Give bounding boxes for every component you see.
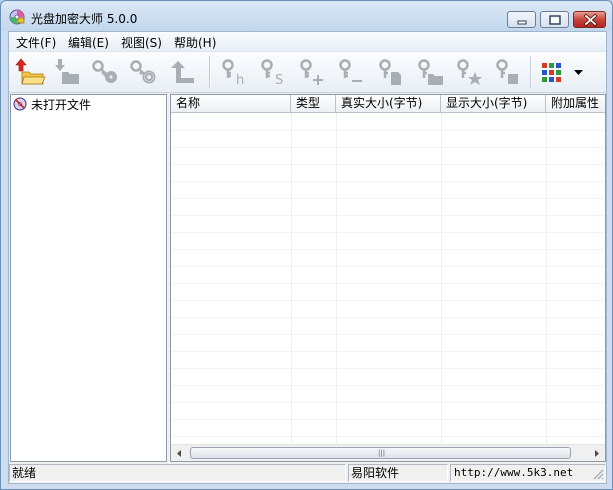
disc-lock-app-icon xyxy=(9,9,25,25)
grid-column-line xyxy=(291,113,292,444)
status-bar: 就绪 易阳软件 http://www.5k3.net xyxy=(9,463,606,483)
grid-row-line xyxy=(171,181,605,182)
toolbar-separator xyxy=(209,56,211,88)
view-mode-button[interactable] xyxy=(539,56,565,88)
grid-row-line xyxy=(171,130,605,131)
column-header-real-size[interactable]: 真实大小(字节) xyxy=(336,95,441,112)
column-header-type[interactable]: 类型 xyxy=(291,95,336,112)
menu-help[interactable]: 帮助(H) xyxy=(174,34,216,51)
add-key-button[interactable] xyxy=(294,56,328,88)
key-file-icon xyxy=(379,59,401,85)
app-window: 光盘加密大师 5.0.0 文件(F) 编辑(E) 视图(S) 帮助(H) h S… xyxy=(0,0,613,490)
resize-grip-icon[interactable] xyxy=(592,468,604,480)
grid-row-line xyxy=(171,351,605,352)
grid-row-line xyxy=(171,147,605,148)
close-button[interactable] xyxy=(573,11,606,28)
menu-view[interactable]: 视图(S) xyxy=(121,34,162,51)
scroll-grip: ||| xyxy=(378,449,386,457)
key-folder-button[interactable] xyxy=(412,56,446,88)
key-hide-icon: h xyxy=(222,59,244,88)
scroll-left-button[interactable] xyxy=(171,445,188,461)
title-bar[interactable]: 光盘加密大师 5.0.0 xyxy=(1,1,612,31)
key-stop-icon xyxy=(496,59,518,84)
svg-text:S: S xyxy=(275,73,283,88)
grid-row-line xyxy=(171,368,605,369)
tree-root-label: 未打开文件 xyxy=(31,98,92,112)
grid-row-line xyxy=(171,164,605,165)
key-file-button[interactable] xyxy=(373,56,407,88)
list-header: 名称 类型 真实大小(字节) 显示大小(字节) 附加属性 xyxy=(171,95,605,113)
grid-row-line xyxy=(171,402,605,403)
grid-column-line xyxy=(546,113,547,444)
key-folder-icon xyxy=(418,59,443,85)
grid-view-icon xyxy=(542,63,561,82)
encrypt-disc-2-button[interactable] xyxy=(125,56,159,88)
maximize-button[interactable] xyxy=(540,11,569,28)
key-star-icon xyxy=(457,59,482,85)
grid-row-line xyxy=(171,198,605,199)
grid-row-line xyxy=(171,232,605,233)
column-header-attributes[interactable]: 附加属性 xyxy=(546,95,605,112)
open-folder-icon xyxy=(15,58,46,85)
key-remove-icon xyxy=(339,59,362,82)
open-button[interactable] xyxy=(13,56,47,88)
dropdown-arrow-icon xyxy=(574,70,583,75)
menu-file[interactable]: 文件(F) xyxy=(16,34,56,51)
grid-row-line xyxy=(171,385,605,386)
horizontal-scrollbar[interactable]: ||| xyxy=(171,444,605,461)
no-disc-icon xyxy=(13,97,27,111)
up-level-icon xyxy=(171,61,194,83)
scroll-right-icon xyxy=(595,450,599,457)
key-star-button[interactable] xyxy=(451,56,485,88)
grid-row-line xyxy=(171,266,605,267)
scroll-right-button[interactable] xyxy=(588,445,605,461)
window-title: 光盘加密大师 5.0.0 xyxy=(31,12,138,26)
key-stop-button[interactable] xyxy=(490,56,524,88)
scroll-left-icon xyxy=(177,450,181,457)
close-icon xyxy=(583,13,598,27)
extract-folder-icon xyxy=(55,59,79,84)
hide-button[interactable]: h xyxy=(216,56,250,88)
file-list[interactable]: 名称 类型 真实大小(字节) 显示大小(字节) 附加属性 ||| xyxy=(170,94,606,462)
client-area: 文件(F) 编辑(E) 视图(S) 帮助(H) h S 未打开文件 名称 类型 … xyxy=(8,31,607,484)
up-level-button[interactable] xyxy=(165,56,199,88)
status-url: http://www.5k3.net xyxy=(450,464,606,482)
maximize-icon xyxy=(549,15,561,25)
grid-row-line xyxy=(171,334,605,335)
grid-column-line xyxy=(441,113,442,444)
toolbar-separator-2 xyxy=(530,56,532,88)
folder-tree[interactable]: 未打开文件 xyxy=(10,94,167,462)
extract-button[interactable] xyxy=(49,56,83,88)
grid-row-line xyxy=(171,283,605,284)
list-body[interactable] xyxy=(171,113,605,444)
toolbar: h S xyxy=(9,52,606,93)
grid-row-line xyxy=(171,215,605,216)
key-s-button[interactable]: S xyxy=(255,56,289,88)
column-header-name[interactable]: 名称 xyxy=(171,95,291,112)
grid-row-line xyxy=(171,317,605,318)
grid-row-line xyxy=(171,436,605,437)
svg-text:h: h xyxy=(236,73,244,88)
status-message: 就绪 xyxy=(9,464,346,482)
encrypt-disc-button[interactable] xyxy=(87,56,121,88)
status-company: 易阳软件 xyxy=(348,464,448,482)
grid-column-line xyxy=(336,113,337,444)
minimize-button[interactable] xyxy=(507,11,536,28)
menu-edit[interactable]: 编辑(E) xyxy=(68,34,109,51)
key-add-icon xyxy=(300,59,323,85)
grid-row-line xyxy=(171,419,605,420)
minimize-icon xyxy=(517,20,527,25)
view-mode-dropdown[interactable] xyxy=(571,56,587,88)
grid-row-line xyxy=(171,300,605,301)
scroll-thumb[interactable]: ||| xyxy=(190,447,571,459)
column-header-display-size[interactable]: 显示大小(字节) xyxy=(441,95,546,112)
key-disc-2-icon xyxy=(130,60,156,84)
menu-bar: 文件(F) 编辑(E) 视图(S) 帮助(H) xyxy=(9,32,606,52)
remove-key-button[interactable] xyxy=(333,56,367,88)
grid-row-line xyxy=(171,249,605,250)
key-disc-icon xyxy=(92,60,117,83)
key-s-icon: S xyxy=(261,59,283,88)
